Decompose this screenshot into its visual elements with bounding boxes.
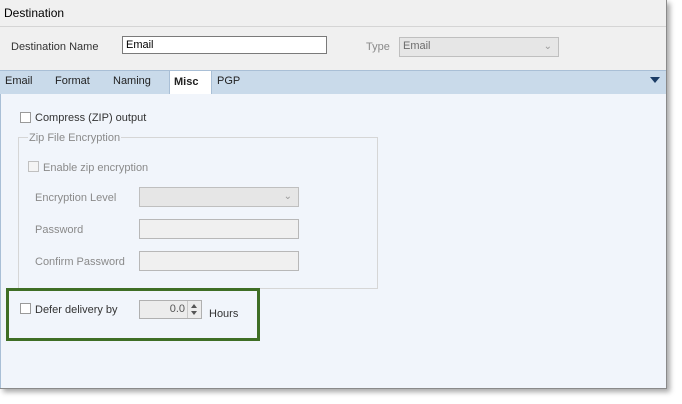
password-label: Password — [35, 224, 84, 236]
chevron-down-icon: ⌄ — [543, 41, 552, 52]
compress-label: Compress (ZIP) output — [35, 112, 147, 124]
enable-zip-label: Enable zip encryption — [43, 162, 149, 174]
tab-naming[interactable]: Naming — [113, 75, 151, 87]
tab-format[interactable]: Format — [55, 75, 90, 87]
type-select[interactable]: Email ⌄ — [399, 37, 559, 57]
type-select-value: Email — [403, 40, 431, 52]
chevron-down-icon: ⌄ — [283, 191, 292, 202]
destination-name-label: Destination Name — [11, 41, 99, 53]
destination-name-input[interactable]: Email — [122, 36, 327, 54]
title-divider — [0, 26, 666, 27]
confirm-password-input[interactable] — [139, 251, 299, 271]
type-label: Type — [366, 41, 390, 53]
encryption-level-label: Encryption Level — [35, 192, 117, 204]
compress-checkbox[interactable] — [20, 112, 31, 123]
tab-pgp[interactable]: PGP — [217, 75, 240, 87]
destination-dialog: Destination Destination Name Email Type … — [0, 0, 667, 389]
encryption-level-select[interactable]: ⌄ — [139, 187, 299, 207]
dialog-title: Destination — [4, 6, 65, 20]
zip-encryption-group-title: Zip File Encryption — [28, 132, 122, 144]
tab-bar: Email Format Naming Misc PGP — [0, 70, 666, 95]
tab-misc[interactable]: Misc — [169, 70, 212, 95]
confirm-password-label: Confirm Password — [35, 256, 125, 268]
enable-zip-checkbox[interactable] — [28, 161, 39, 172]
defer-delivery-highlight — [6, 288, 260, 341]
tab-menu-arrow-icon[interactable] — [650, 77, 660, 83]
password-input[interactable] — [139, 219, 299, 239]
tab-email[interactable]: Email — [5, 75, 33, 87]
